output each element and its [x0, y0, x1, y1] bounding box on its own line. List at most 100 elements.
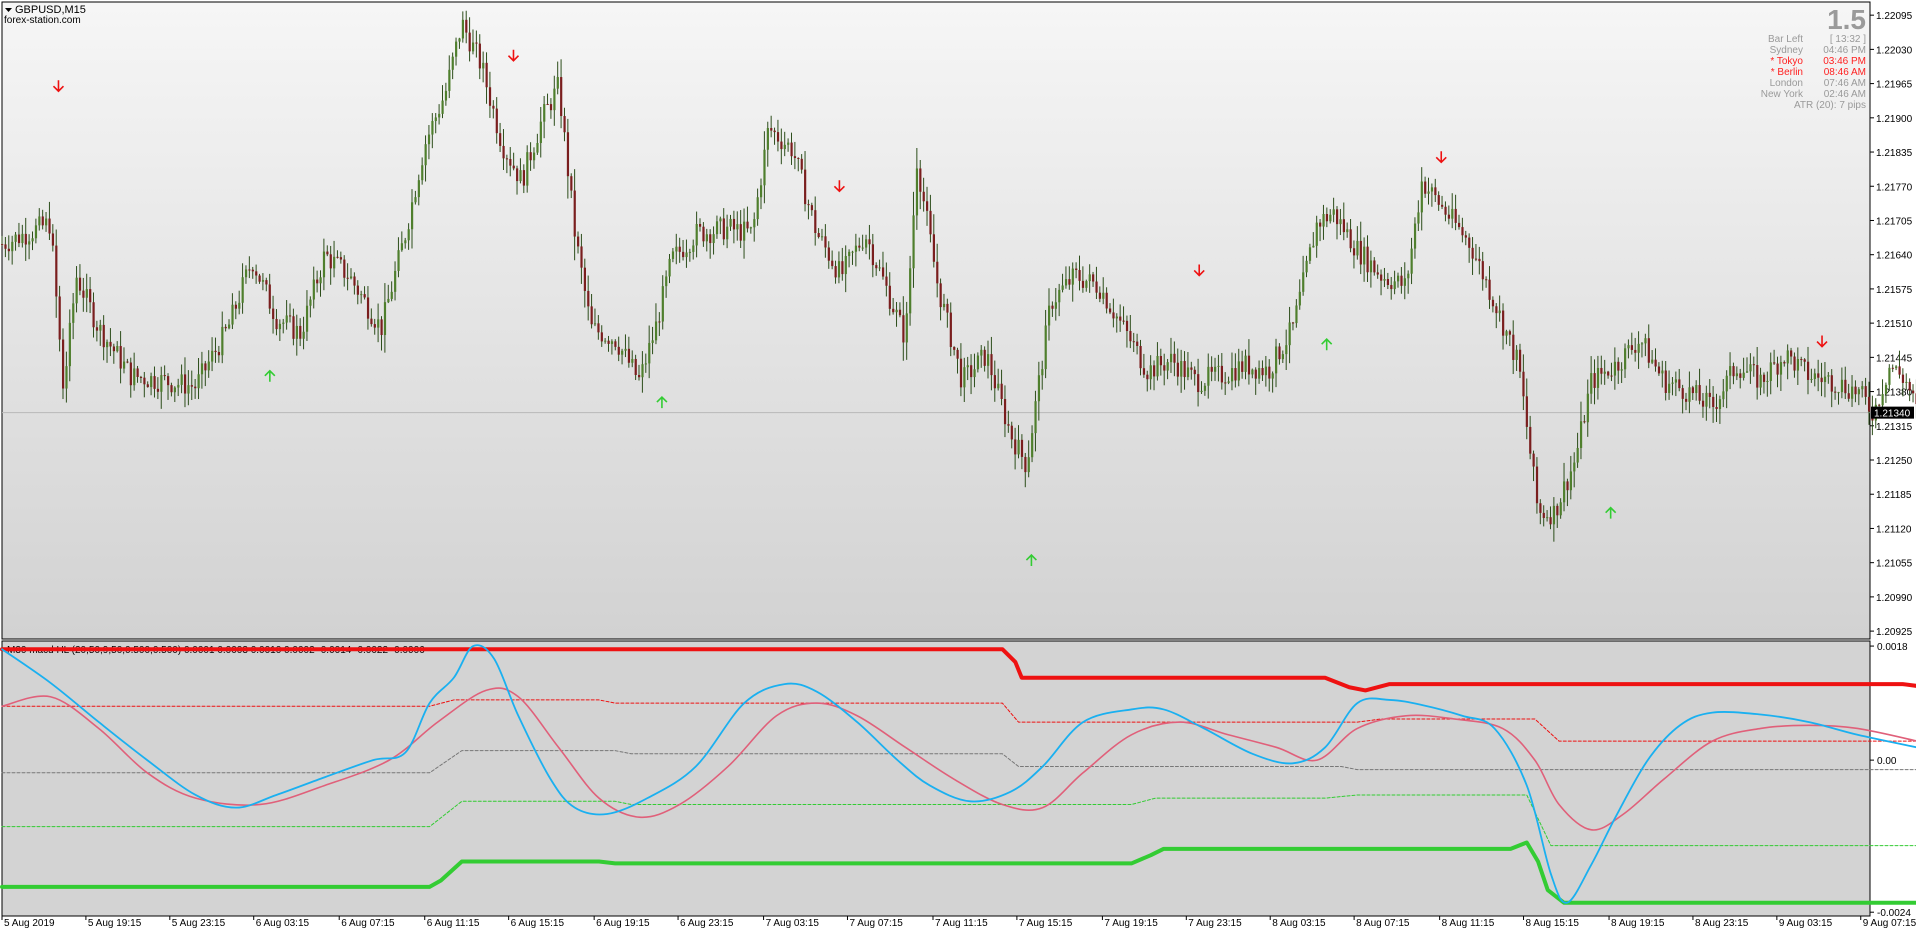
candle-body [1766, 380, 1769, 382]
candle-body [136, 368, 139, 377]
candle-body [1624, 348, 1627, 370]
info-row-label: * Tokyo [1770, 56, 1803, 67]
candle-body [1864, 386, 1867, 397]
candle-body [563, 116, 566, 133]
indicator-panel[interactable]: M30 macd HL (20,50,9,50,0.500,0.500) 0.0… [0, 640, 1916, 919]
candle-body [265, 280, 268, 285]
candle-body [634, 358, 637, 375]
candle-body [1712, 396, 1715, 408]
candle-body [251, 269, 254, 272]
candle-body [949, 312, 952, 347]
candle-body [661, 286, 664, 322]
time-tick-label: 7 Aug 07:15 [849, 918, 903, 929]
candle-body [133, 368, 136, 386]
candle-body [1898, 366, 1901, 375]
candle-body [1837, 392, 1840, 394]
price-panel[interactable]: 1.22095 1.22030 1.21965 1.21900 1.21835 1.217… [1, 1, 1916, 640]
candle-body [1081, 280, 1085, 288]
candle-body [333, 256, 336, 269]
candle-body [638, 374, 641, 378]
candle-body [1823, 376, 1827, 383]
candle-body [1505, 331, 1508, 336]
candle-body [214, 350, 217, 353]
candle-body [1810, 378, 1813, 380]
candle-body [1268, 366, 1271, 379]
candle-body [505, 158, 509, 160]
candle-body [1481, 261, 1484, 280]
candle-body [644, 363, 647, 365]
info-row-label: Sydney [1770, 45, 1803, 56]
candle-body [1427, 191, 1430, 194]
candle-body [1061, 285, 1064, 290]
candle-body [1420, 181, 1423, 213]
info-row-label: * Berlin [1771, 67, 1803, 78]
candle-body [1234, 368, 1237, 381]
candle-body [532, 152, 536, 161]
candle-body [390, 291, 393, 299]
candle-body [861, 247, 864, 249]
candle-body [255, 271, 258, 276]
candle-body [1552, 505, 1556, 525]
candle-body [1454, 208, 1457, 223]
candle-body [536, 143, 539, 153]
price-panel-background [1, 1, 1871, 640]
candle-body [654, 321, 658, 341]
candle-body [1244, 355, 1247, 372]
candle-body [685, 252, 688, 258]
candle-body [482, 62, 485, 69]
candle-body [990, 354, 993, 376]
candle-body [322, 251, 326, 278]
candle-body [712, 234, 715, 244]
candle-body [1535, 466, 1539, 504]
price-tick-label: 1.21185 [1876, 490, 1912, 501]
candle-body [1264, 366, 1268, 376]
candle-body [434, 117, 437, 122]
candle-body [1430, 187, 1434, 192]
price-tick-label: 1.21380 [1876, 388, 1913, 399]
candle-body [1183, 361, 1186, 378]
candle-body [1173, 353, 1176, 363]
candle-body [1776, 363, 1779, 375]
candle-body [1515, 349, 1518, 360]
candle-body [187, 385, 190, 394]
candle-body [1156, 355, 1159, 377]
candle-body [1878, 404, 1881, 406]
candle-body [31, 238, 34, 242]
candle-body [892, 308, 895, 313]
candle-body [942, 303, 946, 308]
candle-body [1718, 399, 1722, 409]
candle-body [834, 266, 837, 278]
candle-body [1403, 278, 1406, 286]
candle-body [1695, 385, 1698, 394]
candle-body [980, 349, 983, 356]
candle-body [631, 358, 634, 363]
candle-body [1861, 386, 1864, 390]
candle-body [126, 361, 129, 363]
candle-body [1586, 393, 1589, 423]
candle-body [766, 128, 769, 150]
candle-body [272, 308, 275, 319]
candle-body [45, 218, 48, 226]
candle-body [1, 244, 4, 246]
candle-body [1176, 362, 1179, 377]
candle-body [1071, 268, 1074, 285]
info-row-value: [ 13:32 ] [1830, 34, 1866, 45]
candle-body [1258, 368, 1261, 379]
candle-body [234, 304, 237, 309]
time-axis[interactable]: 5 Aug 2019 5 Aug 19:15 5 Aug 23:15 6 Aug 03… [1, 916, 1916, 929]
candle-body [1180, 361, 1183, 377]
candle-body [65, 366, 68, 389]
candle-body [1346, 229, 1349, 233]
candle-body [1220, 365, 1224, 383]
candle-body [41, 216, 44, 226]
candle-body [1048, 305, 1051, 326]
candle-body [1569, 471, 1573, 491]
candle-body [583, 267, 586, 291]
candle-body [1607, 371, 1610, 376]
candle-body [170, 385, 173, 393]
candle-body [946, 303, 949, 313]
candle-body [370, 318, 373, 325]
candle-body [336, 256, 339, 258]
candle-body [1312, 245, 1315, 248]
candle-body [319, 277, 322, 284]
